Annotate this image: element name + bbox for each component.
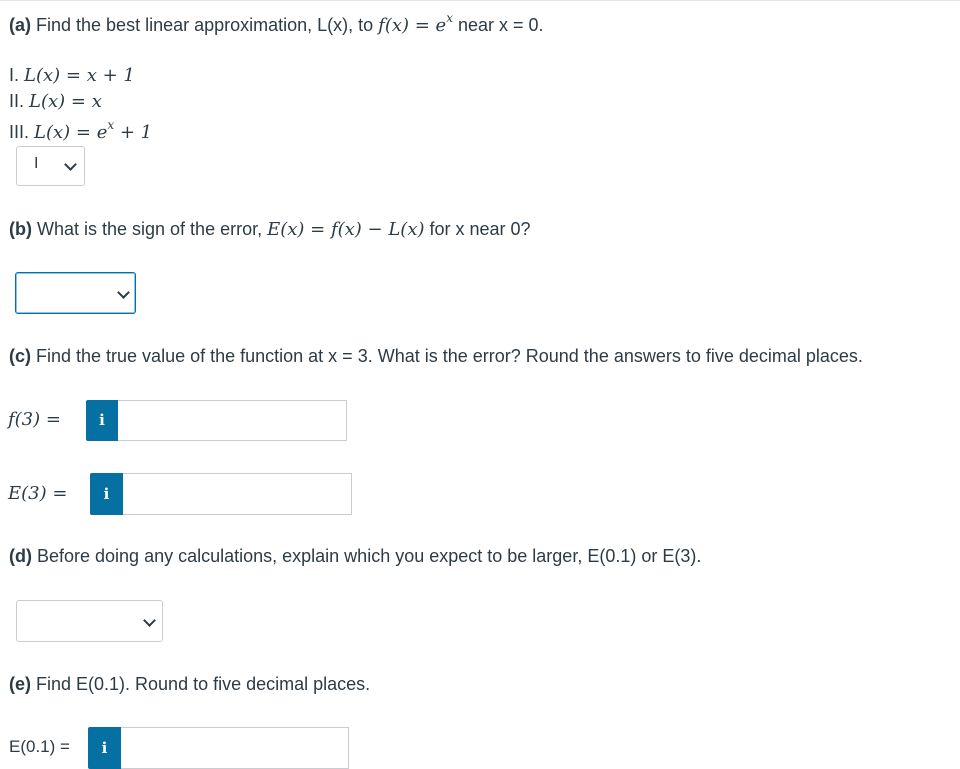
question-b-text-after: for x near 0? <box>424 219 531 239</box>
question-d-text-body: Before doing any calculations, explain w… <box>31 546 702 566</box>
info-icon[interactable]: i <box>88 727 121 769</box>
option-3-expression: L(x) = ex + 1 <box>34 118 153 143</box>
option-1: I. L(x) = x + 1 <box>9 64 135 87</box>
e3-answer-input[interactable] <box>123 473 352 515</box>
info-glyph: i <box>99 411 105 429</box>
question-a-function: f(x) = ex <box>378 11 453 36</box>
info-icon[interactable]: i <box>86 400 118 441</box>
e01-answer-input[interactable] <box>121 727 349 769</box>
option-3-numeral: III. <box>9 122 30 142</box>
question-a-text: (a) Find the best linear approximation, … <box>9 9 544 37</box>
answer-a-select[interactable]: I <box>16 146 85 186</box>
info-glyph: i <box>101 739 108 757</box>
question-a-text-after: near x = 0. <box>453 15 544 35</box>
question-c-text-body: Find the true value of the function at x… <box>31 346 863 366</box>
question-d-label: (d) <box>9 546 32 566</box>
question-a-function-base: f(x) = e <box>378 15 447 36</box>
answer-a-selected-value: I <box>34 155 39 172</box>
question-e-label: (e) <box>9 674 31 694</box>
question-b-error-formula: E(x) = f(x) − L(x) <box>267 219 425 240</box>
answer-b-select[interactable] <box>15 272 136 314</box>
e01-label: E(0.1) = <box>9 737 70 756</box>
info-icon[interactable]: i <box>90 473 123 515</box>
option-2-numeral: II. <box>9 91 25 111</box>
option-2: II. L(x) = x <box>9 90 102 113</box>
answer-d-select[interactable] <box>16 600 163 642</box>
option-3: III. L(x) = ex + 1 <box>9 116 152 144</box>
chevron-down-icon <box>143 614 156 627</box>
question-e-text: (e) Find E(0.1). Round to five decimal p… <box>9 673 370 695</box>
question-c-text: (c) Find the true value of the function … <box>9 345 863 367</box>
question-e-text-body: Find E(0.1). Round to five decimal place… <box>31 674 371 694</box>
option-3-expression-tail: + 1 <box>114 122 153 143</box>
option-1-expression: L(x) = x + 1 <box>24 65 135 86</box>
top-divider <box>0 0 960 1</box>
f3-answer-input[interactable] <box>118 400 347 441</box>
question-b-label: (b) <box>9 219 32 239</box>
question-a-text-before: Find the best linear approximation, L(x)… <box>31 15 379 35</box>
chevron-down-icon <box>117 286 130 299</box>
info-glyph: i <box>103 485 110 503</box>
question-b-text-before: What is the sign of the error, <box>31 219 268 239</box>
chevron-down-icon <box>64 158 77 171</box>
question-d-text: (d) Before doing any calculations, expla… <box>9 545 701 567</box>
e3-label: E(3) = <box>8 483 68 504</box>
option-3-expression-exponent: x <box>107 118 115 132</box>
question-c-label: (c) <box>9 346 31 366</box>
question-a-label: (a) <box>9 15 31 35</box>
option-2-expression: L(x) = x <box>29 91 102 112</box>
option-3-expression-base: L(x) = e <box>34 122 108 143</box>
question-a-function-exponent: x <box>446 11 453 25</box>
question-b-text: (b) What is the sign of the error, E(x) … <box>9 218 531 241</box>
f3-label: f(3) = <box>8 409 61 430</box>
option-1-numeral: I. <box>9 65 20 85</box>
